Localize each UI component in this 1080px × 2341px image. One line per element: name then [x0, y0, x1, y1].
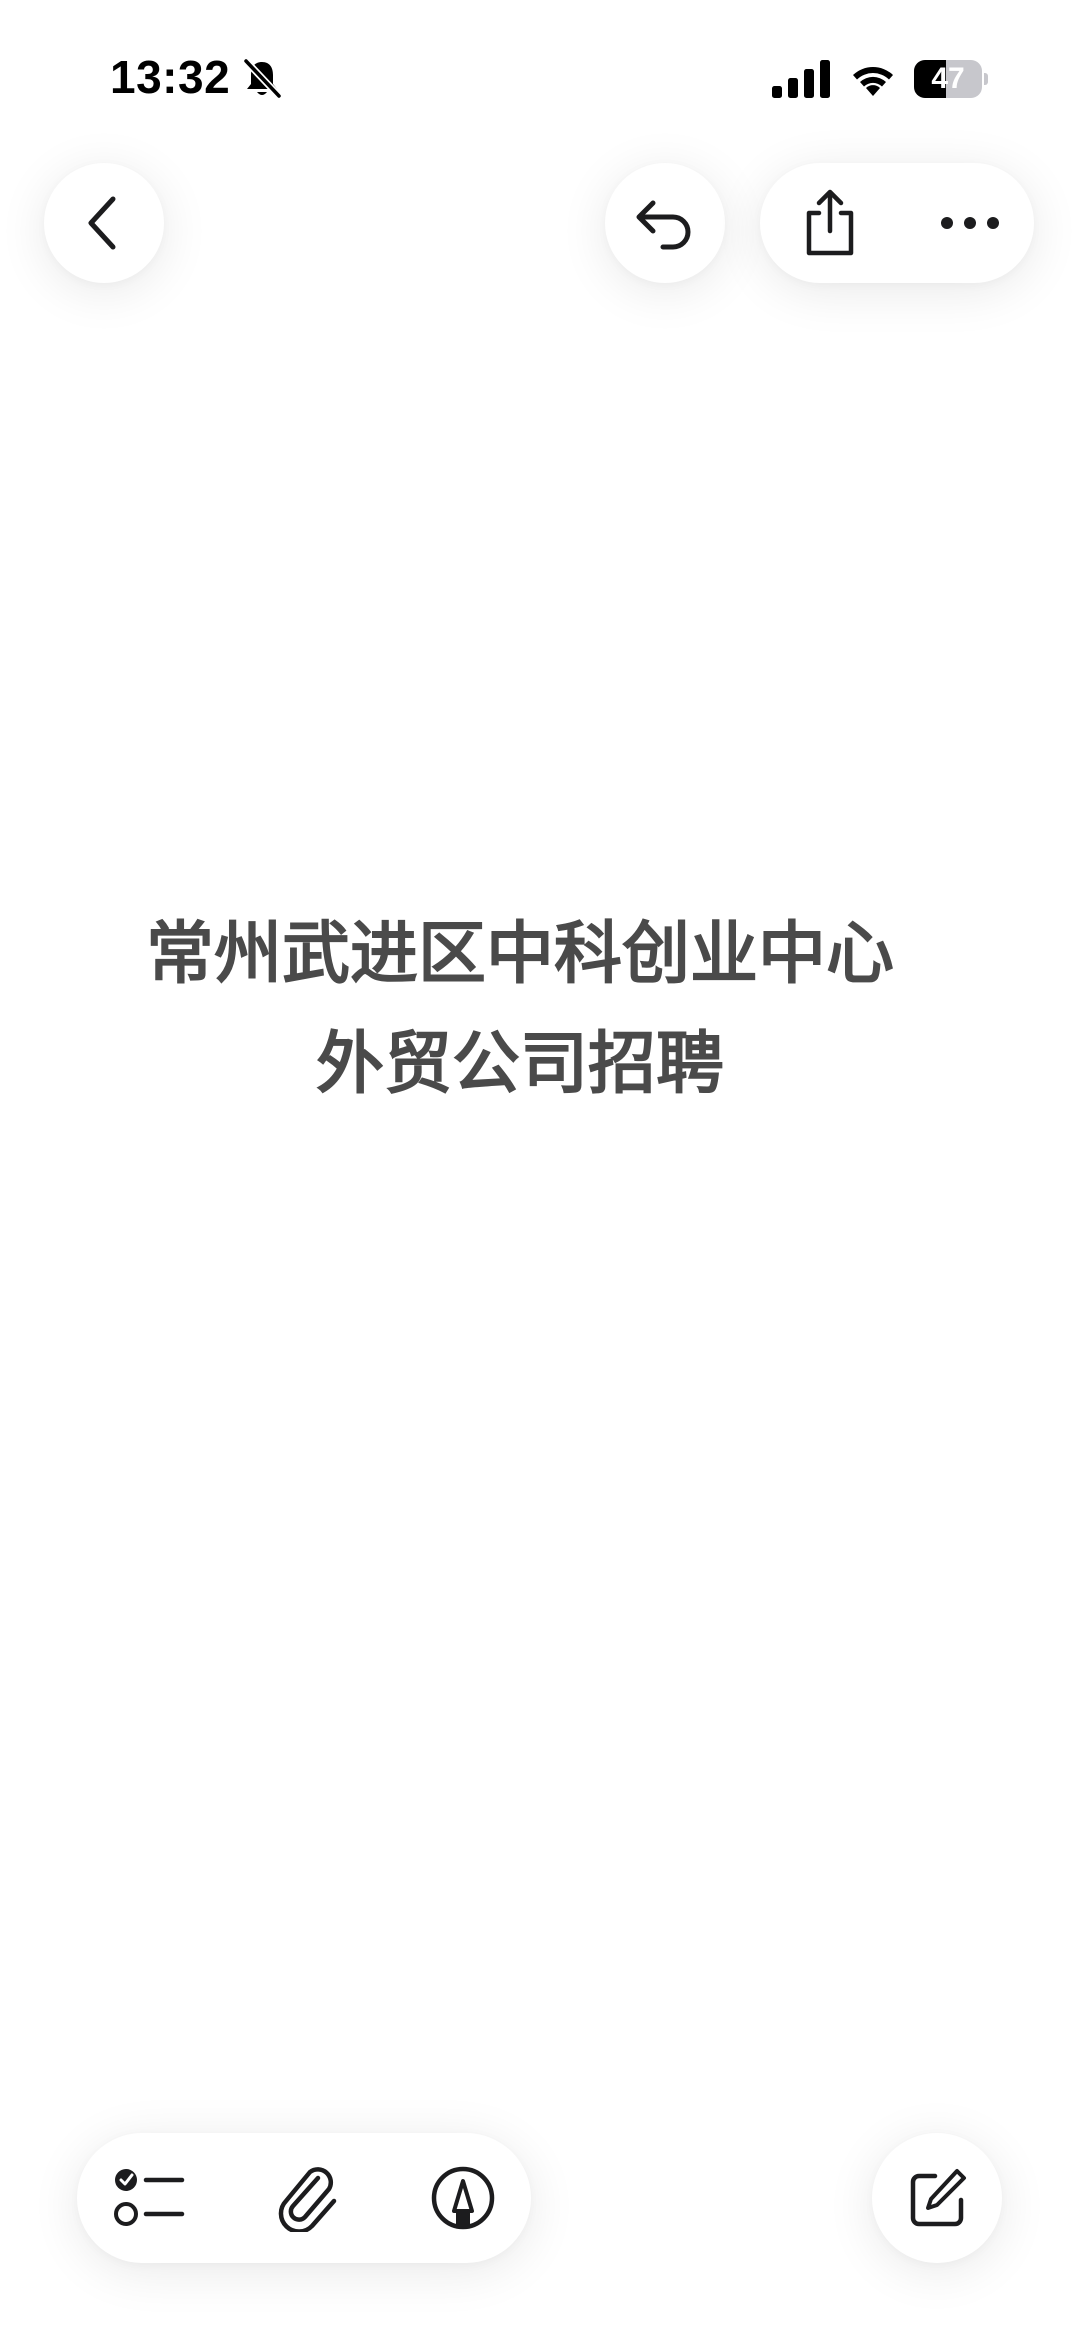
- compose-button[interactable]: [872, 2133, 1002, 2263]
- undo-button[interactable]: [605, 163, 725, 283]
- markup-button[interactable]: [423, 2158, 503, 2238]
- chevron-left-icon: [88, 196, 116, 250]
- status-bar: 13:32 47: [0, 0, 1080, 160]
- cellular-signal-icon: [772, 60, 830, 98]
- back-button[interactable]: [44, 163, 164, 283]
- share-button[interactable]: [790, 183, 870, 263]
- undo-arrow-icon: [636, 200, 691, 250]
- note-body[interactable]: 常州武进区中科创业中心 外贸公司招聘: [60, 900, 980, 1120]
- attachment-button[interactable]: [270, 2158, 350, 2238]
- ellipsis-icon: [941, 217, 999, 229]
- checklist-icon: [114, 2169, 185, 2226]
- note-line-1: 常州武进区中科创业中心: [145, 915, 894, 994]
- share-icon: [806, 189, 854, 256]
- battery-level-text: 47: [931, 62, 965, 95]
- note-actions-group: [760, 163, 1034, 283]
- bottom-toolbar: [77, 2133, 531, 2263]
- wifi-icon: [853, 67, 893, 96]
- status-time: 13:32: [110, 51, 231, 103]
- checklist-button[interactable]: [110, 2158, 190, 2238]
- paperclip-icon: [278, 2167, 337, 2232]
- more-button[interactable]: [930, 183, 1010, 263]
- bell-slash-icon: [242, 58, 282, 100]
- battery-icon: 47: [914, 60, 988, 98]
- note-line-2: 外贸公司招聘: [315, 1025, 724, 1104]
- compose-icon: [910, 2169, 966, 2227]
- markup-pen-icon: [431, 2166, 495, 2230]
